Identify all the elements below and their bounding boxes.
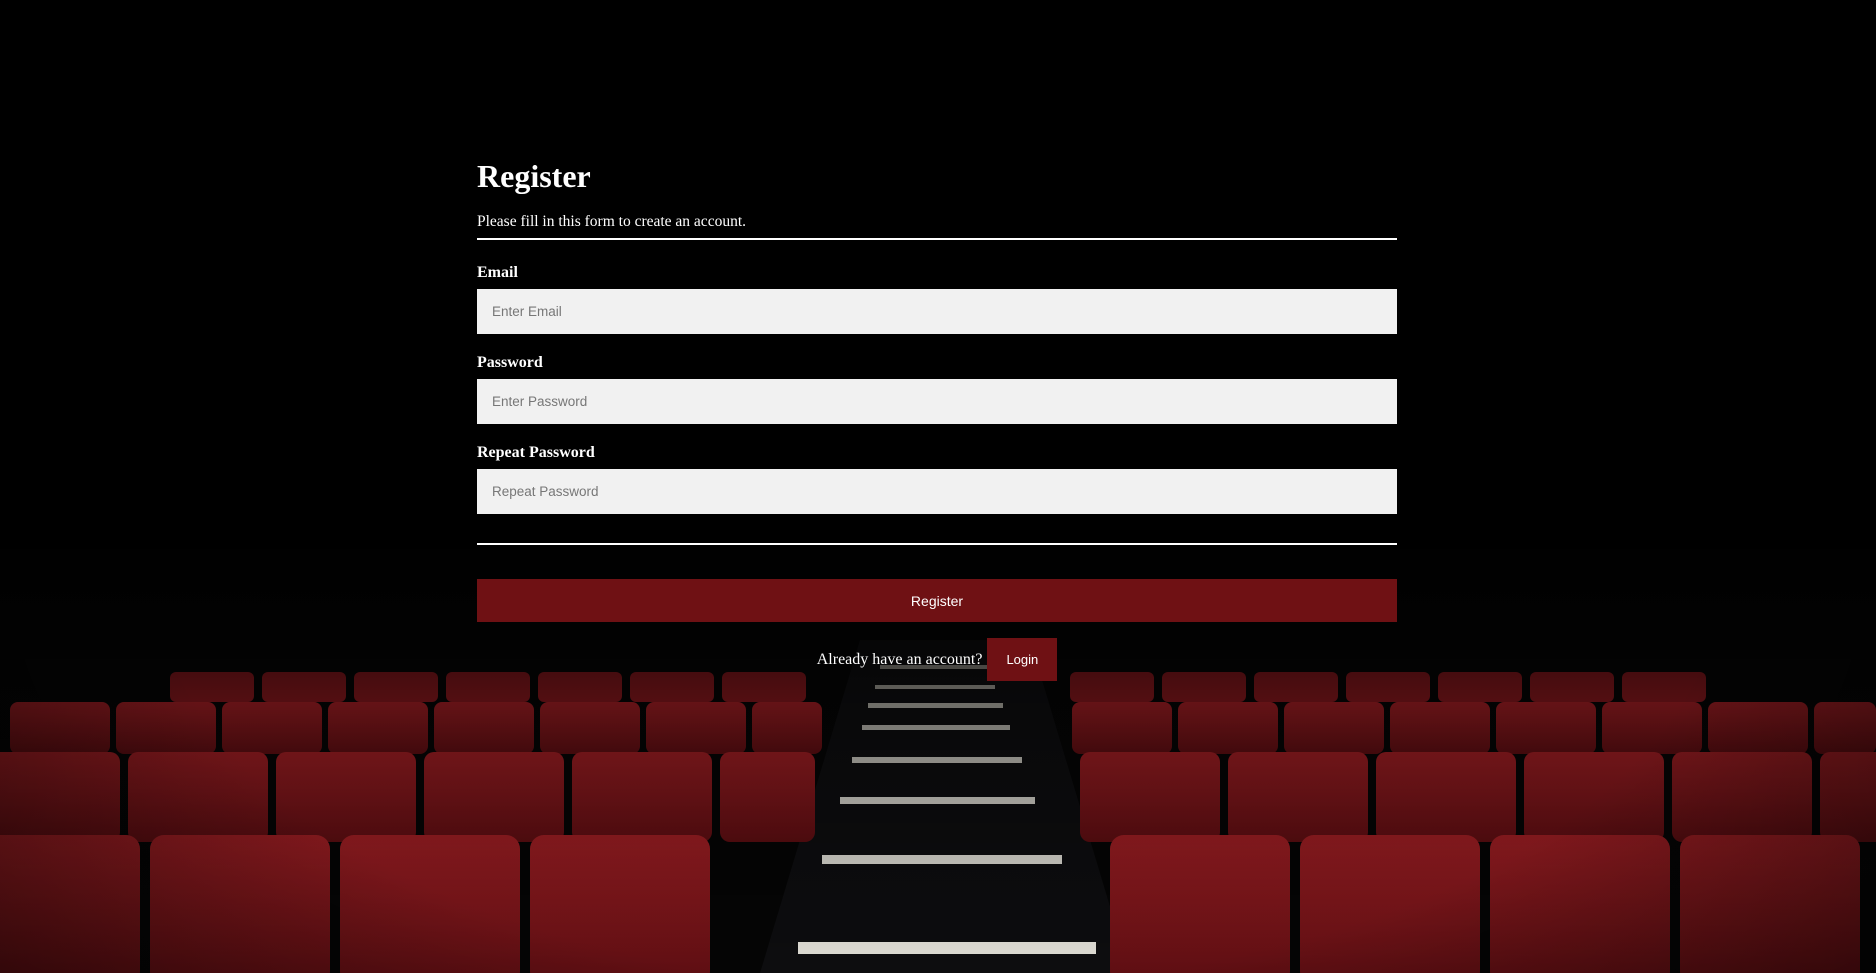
divider-bottom xyxy=(477,543,1397,545)
form-subtitle: Please fill in this form to create an ac… xyxy=(477,213,747,230)
repeat-password-label: Repeat Password xyxy=(477,444,595,461)
email-field[interactable] xyxy=(477,289,1397,334)
register-form: Register Please fill in this form to cre… xyxy=(477,154,1397,681)
divider-top xyxy=(477,238,1397,240)
login-button[interactable]: Login xyxy=(987,638,1058,681)
repeat-password-field[interactable] xyxy=(477,469,1397,514)
signin-row: Already have an account? Login xyxy=(477,638,1397,681)
page: Register Please fill in this form to cre… xyxy=(0,0,1876,973)
password-field[interactable] xyxy=(477,379,1397,424)
email-label: Email xyxy=(477,264,518,281)
page-title: Register xyxy=(477,158,591,194)
password-label: Password xyxy=(477,354,543,371)
register-button[interactable]: Register xyxy=(477,579,1397,622)
signin-prompt: Already have an account? xyxy=(816,650,983,668)
